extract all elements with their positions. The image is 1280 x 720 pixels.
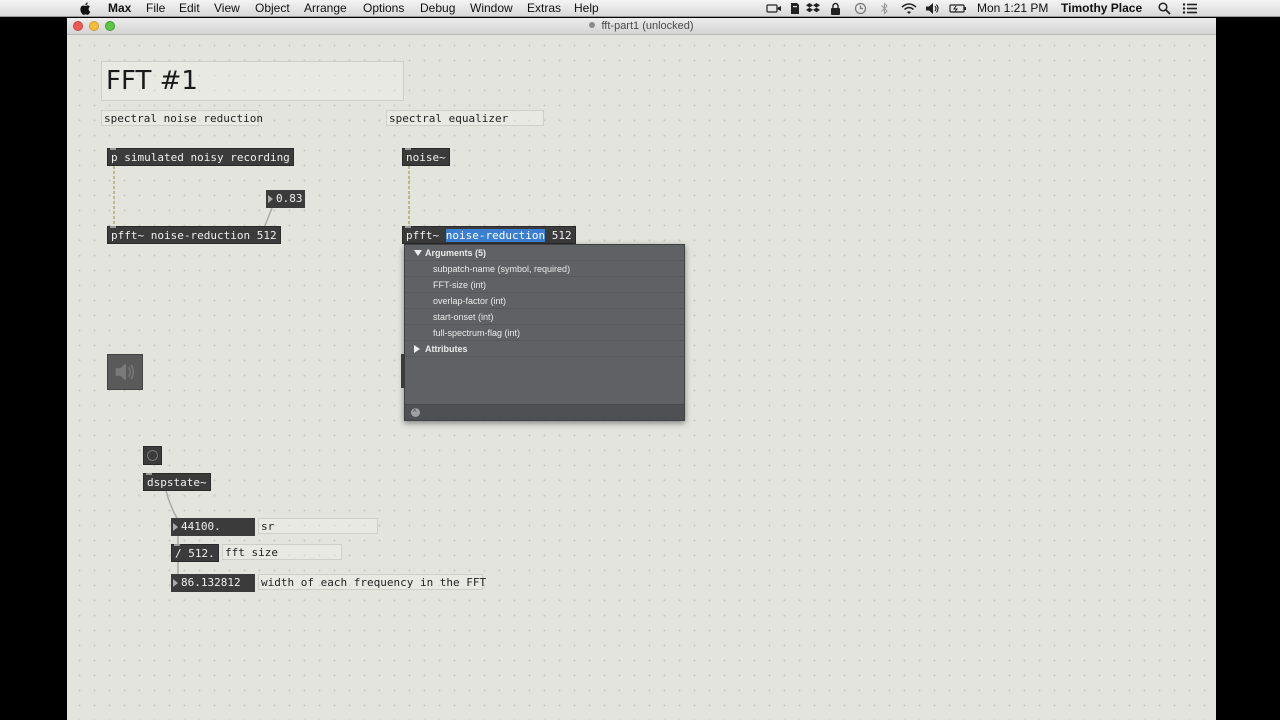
object-divide-512[interactable]: / 512. [171,544,219,562]
bang-circle-icon [147,450,158,461]
object-p-simulated-noisy-recording[interactable]: p simulated noisy recording [107,148,294,166]
number-box-bin-width[interactable]: 86.132812 [171,574,255,592]
apple-icon[interactable] [80,2,91,15]
notification-center-icon[interactable] [1182,2,1198,15]
menu-options[interactable]: Options [363,1,404,16]
flonum-box[interactable]: 0.83 [266,190,305,208]
zoom-window-button[interactable] [105,21,115,31]
unsaved-indicator-icon [589,22,596,28]
time-machine-icon[interactable] [854,2,867,15]
hidden-object-edge [401,354,405,388]
attributes-header: Attributes [425,344,468,354]
ezdac-speaker-button[interactable] [107,354,143,390]
number-box-sr[interactable]: 44100. [171,518,255,536]
battery-icon[interactable] [949,2,967,15]
lock-icon[interactable] [830,2,841,15]
menu-view[interactable]: View [214,1,240,16]
selected-text[interactable]: noise-reduction [445,229,546,242]
menu-edit[interactable]: Edit [179,1,200,16]
close-popup-icon[interactable] [411,405,420,417]
argument-overlap-factor: overlap-factor (int) [433,296,507,306]
argument-subpatch-name: subpatch-name (symbol, required) [433,264,571,274]
menu-user[interactable]: Timothy Place [1061,1,1142,16]
spotlight-search-icon[interactable] [1158,2,1171,15]
popup-footer [405,404,684,420]
window-title: fft-part1 (unlocked) [601,20,694,32]
argument-start-onset: start-onset (int) [433,312,494,322]
argument-row[interactable]: subpatch-name (symbol, required) [405,261,684,277]
menu-object[interactable]: Object [255,1,290,16]
menu-clock[interactable]: Mon 1:21 PM [977,1,1048,16]
arguments-header-row[interactable]: Arguments (5) [405,245,684,261]
comment-spectral-equalizer[interactable]: spectral equalizer [386,110,544,126]
evernote-icon[interactable] [788,2,801,15]
arguments-header: Arguments (5) [425,248,487,258]
dropbox-icon[interactable] [806,2,820,15]
volume-icon[interactable] [925,2,940,15]
attributes-header-row[interactable]: Attributes [405,341,684,357]
wifi-icon[interactable] [901,2,917,15]
menu-help[interactable]: Help [574,1,599,16]
argument-full-spectrum-flag: full-spectrum-flag (int) [433,328,521,338]
argument-fft-size: FFT-size (int) [433,280,486,290]
speaker-icon [115,363,134,381]
close-window-button[interactable] [73,21,83,31]
comment-bin-width[interactable]: width of each frequency in the FFT [258,574,486,590]
argument-row[interactable]: start-onset (int) [405,309,684,325]
object-argument-popup: Arguments (5) subpatch-name (symbol, req… [404,244,685,421]
pfft-prefix: pfft~ [406,229,446,242]
object-dspstate[interactable]: dspstate~ [143,473,211,491]
menu-arrange[interactable]: Arrange [304,1,347,16]
pfft-suffix: 512 [545,229,572,242]
comment-sr[interactable]: sr [258,518,378,534]
disclosure-collapsed-icon[interactable] [414,345,420,353]
menu-window[interactable]: Window [470,1,513,16]
menu-app-name[interactable]: Max [108,1,131,16]
menu-file[interactable]: File [146,1,165,16]
minimize-window-button[interactable] [89,21,99,31]
bluetooth-icon[interactable] [880,2,889,15]
argument-row[interactable]: FFT-size (int) [405,277,684,293]
comment-spectral-noise-reduction[interactable]: spectral noise reduction [101,110,263,126]
object-pfft-noise-reduction-left[interactable]: pfft~ noise-reduction 512 [107,226,281,244]
menu-bar: Max File Edit View Object Arrange Option… [0,0,1280,17]
object-noise[interactable]: noise~ [402,148,450,166]
argument-row[interactable]: full-spectrum-flag (int) [405,325,684,341]
menu-debug[interactable]: Debug [420,1,455,16]
facetime-icon[interactable] [766,2,782,15]
bang-button[interactable] [143,446,162,465]
menu-extras[interactable]: Extras [527,1,561,16]
argument-row[interactable]: overlap-factor (int) [405,293,684,309]
patch-title-comment[interactable]: FFT #1 [101,61,404,101]
comment-fft-size[interactable]: fft size [222,544,342,560]
window-title-bar[interactable]: fft-part1 (unlocked) [67,18,1216,35]
object-pfft-noise-reduction-editing[interactable]: pfft~ noise-reduction 512 [402,226,576,244]
disclosure-expanded-icon[interactable] [414,250,422,256]
